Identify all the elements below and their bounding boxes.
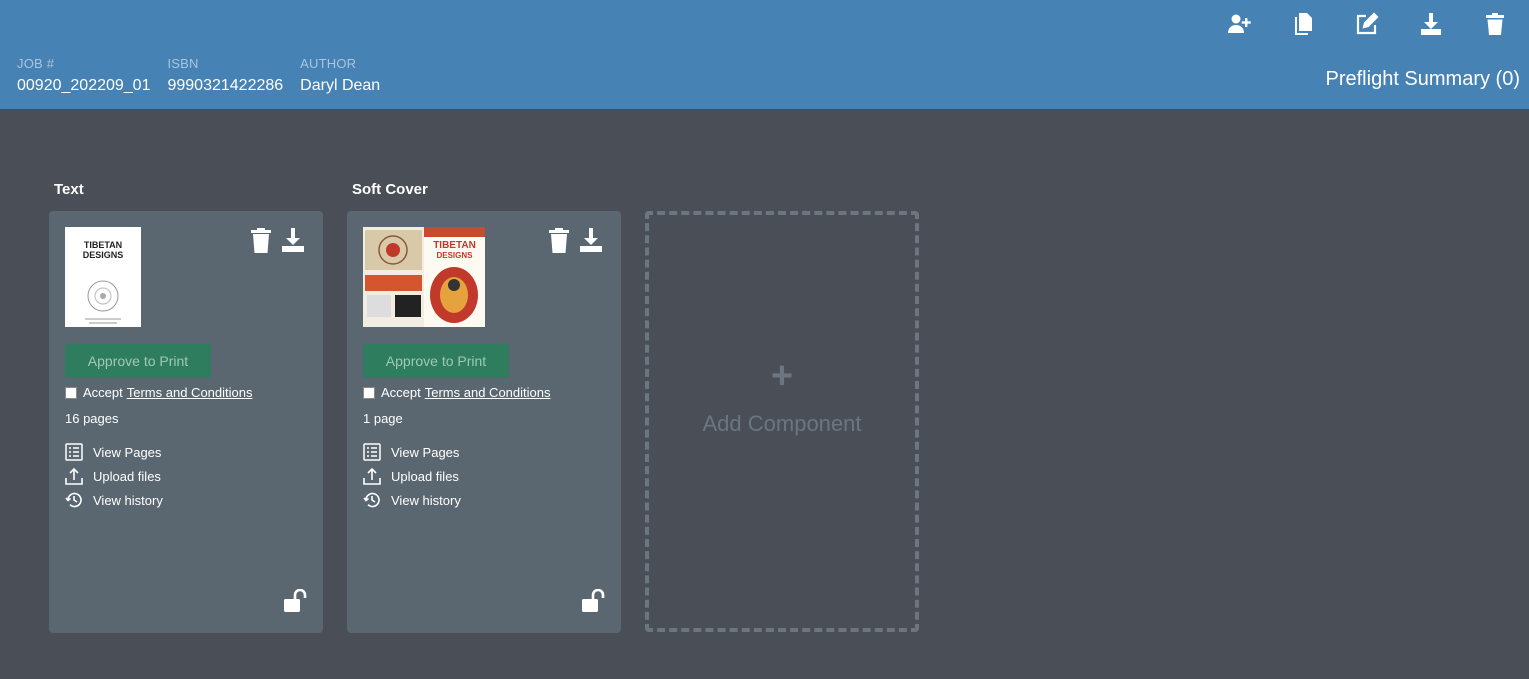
component-card-text: TIBETAN DESIGNS Approve to Print Accept … <box>49 211 323 633</box>
download-icon[interactable] <box>1419 12 1443 36</box>
upload-icon <box>65 467 83 485</box>
job-meta: JOB # 00920_202209_01 ISBN 9990321422286… <box>17 56 397 95</box>
list-icon <box>363 443 381 461</box>
author-value: Daryl Dean <box>300 77 381 94</box>
accept-terms-checkbox[interactable] <box>65 386 77 399</box>
plus-icon: + <box>770 355 794 397</box>
mandala-illustration <box>85 280 121 324</box>
cover-subtitle: DESIGNS <box>436 251 473 260</box>
component-links: View Pages Upload files View history <box>65 440 163 512</box>
unlock-icon[interactable] <box>283 589 307 613</box>
unlock-icon[interactable] <box>581 589 605 613</box>
cover-title: TIBETAN <box>433 240 476 251</box>
job-number-value: 00920_202209_01 <box>17 77 151 94</box>
terms-and-conditions-link[interactable]: Terms and Conditions <box>127 385 253 400</box>
download-icon[interactable] <box>579 227 603 253</box>
card-actions <box>249 227 305 253</box>
approve-to-print-button[interactable]: Approve to Print <box>65 344 211 378</box>
job-header: JOB # 00920_202209_01 ISBN 9990321422286… <box>0 0 1529 109</box>
view-pages-link[interactable]: View Pages <box>65 440 163 464</box>
edit-icon[interactable] <box>1355 12 1379 36</box>
view-history-link[interactable]: View history <box>363 488 461 512</box>
approve-to-print-button[interactable]: Approve to Print <box>363 344 509 378</box>
author: AUTHOR Daryl Dean <box>300 56 380 95</box>
upload-files-link[interactable]: Upload files <box>363 464 461 488</box>
isbn-value: 9990321422286 <box>167 77 284 94</box>
component-card-soft-cover: TIBETAN DESIGNS Approve to Print Accept … <box>347 211 621 633</box>
component-title-text: Text <box>54 181 84 198</box>
preflight-summary-link[interactable]: Preflight Summary (0) <box>1326 68 1521 91</box>
accept-label: Accept <box>381 385 421 400</box>
view-pages-link[interactable]: View Pages <box>363 440 461 464</box>
add-component-label: Add Component <box>702 411 862 436</box>
view-pages-label: View Pages <box>391 444 460 460</box>
list-icon <box>65 443 83 461</box>
view-history-label: View history <box>93 492 163 508</box>
page-count: 1 page <box>363 411 403 426</box>
upload-icon <box>363 467 381 485</box>
card-actions <box>547 227 603 253</box>
job-number-label: JOB # <box>17 56 55 71</box>
view-history-link[interactable]: View history <box>65 488 163 512</box>
history-icon <box>363 492 380 508</box>
job-number: JOB # 00920_202209_01 <box>17 56 150 95</box>
accept-terms: Accept Terms and Conditions <box>363 385 550 400</box>
view-history-label: View history <box>391 492 461 508</box>
terms-and-conditions-link[interactable]: Terms and Conditions <box>425 385 551 400</box>
trash-icon[interactable] <box>249 227 273 253</box>
isbn: ISBN 9990321422286 <box>167 56 283 95</box>
header-toolbar <box>1227 12 1507 36</box>
trash-icon[interactable] <box>1483 12 1507 36</box>
component-links: View Pages Upload files View history <box>363 440 461 512</box>
trash-icon[interactable] <box>547 227 571 253</box>
copy-icon[interactable] <box>1291 12 1315 36</box>
upload-files-label: Upload files <box>93 468 161 484</box>
soft-cover-thumbnail[interactable]: TIBETAN DESIGNS <box>363 227 485 327</box>
thumb-subtitle: DESIGNS <box>82 250 124 260</box>
upload-files-link[interactable]: Upload files <box>65 464 163 488</box>
accept-label: Accept <box>83 385 123 400</box>
isbn-label: ISBN <box>167 56 199 71</box>
upload-files-label: Upload files <box>391 468 459 484</box>
component-title-soft-cover: Soft Cover <box>352 181 428 198</box>
thumb-title: TIBETAN <box>83 240 123 250</box>
view-pages-label: View Pages <box>93 444 162 460</box>
accept-terms: Accept Terms and Conditions <box>65 385 252 400</box>
accept-terms-checkbox[interactable] <box>363 386 375 399</box>
add-component-button[interactable]: + Add Component <box>645 211 919 632</box>
download-icon[interactable] <box>281 227 305 253</box>
add-user-icon[interactable] <box>1227 12 1251 36</box>
history-icon <box>65 492 82 508</box>
page-count: 16 pages <box>65 411 119 426</box>
text-thumbnail[interactable]: TIBETAN DESIGNS <box>65 227 141 327</box>
author-label: AUTHOR <box>300 56 357 71</box>
